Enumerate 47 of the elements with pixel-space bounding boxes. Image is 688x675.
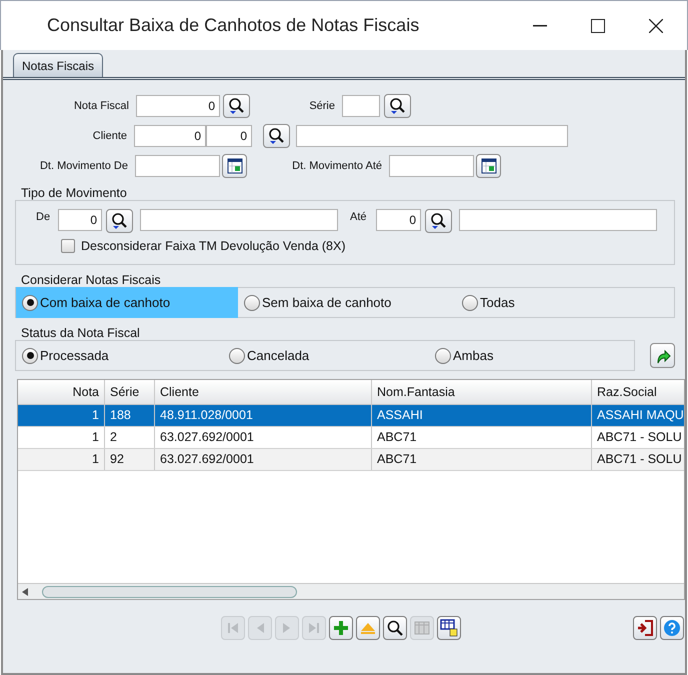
input-field[interactable]: 0: [58, 209, 102, 231]
table-cell: 48.911.028/0001: [155, 405, 372, 426]
table-cell: 2: [105, 427, 155, 448]
input-field[interactable]: 0: [206, 125, 252, 147]
table-row[interactable]: 1 188 48.911.028/0001 ASSAHI ASSAHI MAQU: [18, 405, 684, 427]
radio-option[interactable]: Cancelada: [223, 340, 429, 371]
table-cell: ABC71 - SOLU: [592, 427, 684, 448]
input-field[interactable]: 0: [136, 95, 220, 117]
column-header[interactable]: Nota: [18, 380, 105, 404]
window-title: Consultar Baixa de Canhotos de Notas Fiscais: [47, 14, 420, 37]
field-label: Dt. Movimento Até: [291, 158, 383, 174]
field-label: Cliente: [92, 128, 128, 144]
table-cell: ABC71 - SOLU: [592, 449, 684, 470]
tab[interactable]: Notas Fiscais: [13, 53, 104, 77]
field-label: De: [35, 210, 52, 225]
radio-option[interactable]: Ambas: [429, 340, 629, 371]
radio-option[interactable]: Processada: [16, 340, 223, 371]
table-cell: ABC71: [372, 449, 592, 470]
column-header[interactable]: Série: [105, 380, 155, 404]
table-row[interactable]: 1 2 63.027.692/0001 ABC71 ABC71 - SOLU: [18, 427, 684, 449]
table-cell: 63.027.692/0001: [155, 427, 372, 448]
radio-option[interactable]: Sem baixa de canhoto: [238, 287, 456, 318]
group-title: Status da Nota Fiscal: [20, 325, 141, 340]
column-header[interactable]: Raz.Social: [592, 380, 684, 404]
input-field[interactable]: 0: [376, 209, 421, 231]
group-title: Tipo de Movimento: [20, 185, 128, 200]
checkbox-label: Desconsiderar Faixa TM Devolução Venda (8X): [81, 238, 346, 255]
field-label: Série: [308, 98, 336, 114]
table-cell: 1: [18, 449, 105, 470]
table-cell: ABC71: [372, 427, 592, 448]
table-cell: 63.027.692/0001: [155, 449, 372, 470]
radio-option[interactable]: Com baixa de canhoto: [16, 287, 238, 318]
input-field[interactable]: 0: [134, 125, 206, 147]
table-row[interactable]: 1 92 63.027.692/0001 ABC71 ABC71 - SOLU: [18, 449, 684, 471]
column-header[interactable]: Nom.Fantasia: [372, 380, 592, 404]
field-label: Até: [349, 210, 368, 225]
radio-option[interactable]: Todas: [456, 287, 656, 318]
table-cell: ASSAHI MAQU: [592, 405, 684, 426]
table-cell: 1: [18, 405, 105, 426]
table-cell: 188: [105, 405, 155, 426]
table-cell: 92: [105, 449, 155, 470]
column-header[interactable]: Cliente: [155, 380, 372, 404]
field-label: Dt. Movimento De: [38, 158, 129, 174]
field-label: Nota Fiscal: [72, 98, 130, 114]
table-cell: 1: [18, 427, 105, 448]
group-title: Considerar Notas Fiscais: [20, 272, 162, 287]
table-cell: ASSAHI: [372, 405, 592, 426]
